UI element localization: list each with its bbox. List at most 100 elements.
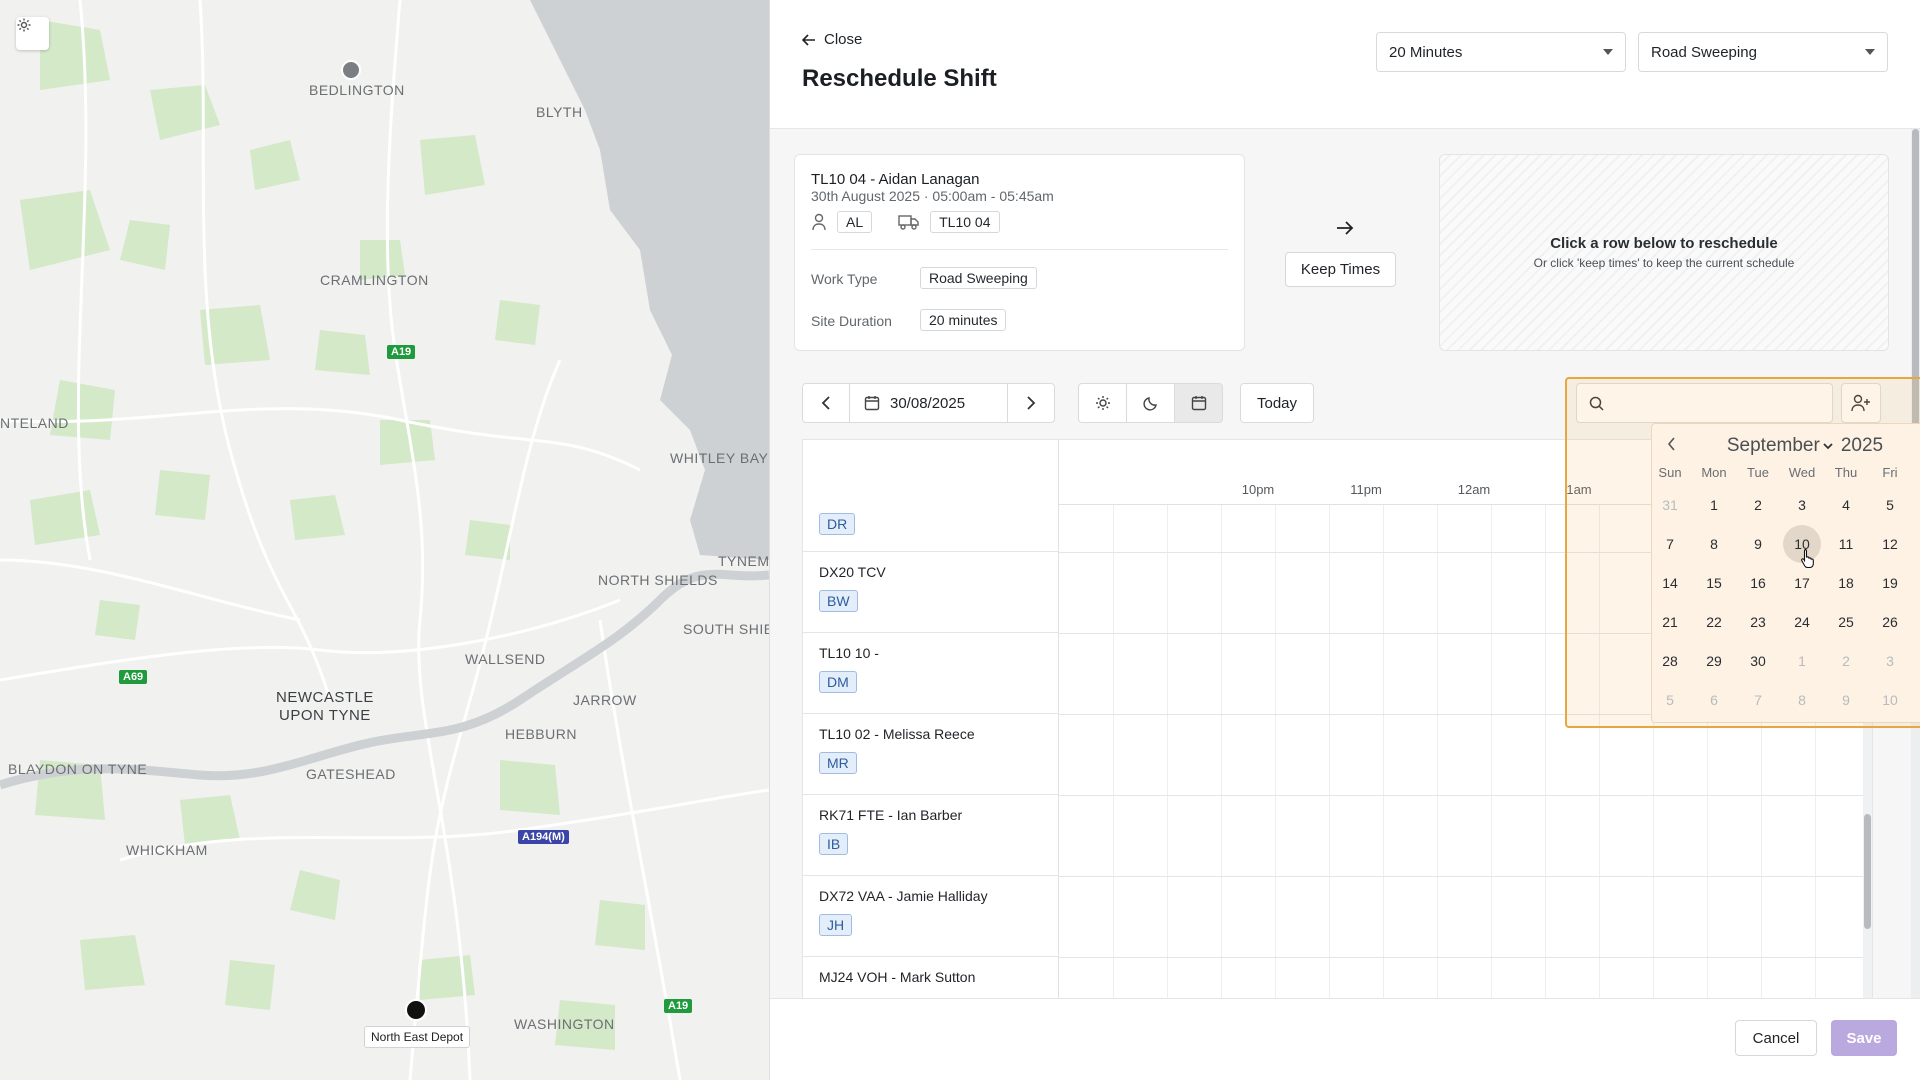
chevron-down-icon xyxy=(1603,49,1613,55)
year-label[interactable]: 2025 xyxy=(1841,435,1883,457)
page-title: Reschedule Shift xyxy=(802,65,997,92)
weekday-label: Wed xyxy=(1788,465,1816,480)
calendar-day[interactable]: 2 xyxy=(1739,486,1777,524)
calendar-day[interactable]: 7 xyxy=(1739,681,1777,719)
weekday-label: Fri xyxy=(1882,465,1898,480)
vehicle-row[interactable]: DR xyxy=(803,471,1058,552)
vehicle-row[interactable]: DX72 VAA - Jamie Halliday JH xyxy=(803,876,1058,957)
calendar-day[interactable]: 27 xyxy=(1915,603,1920,641)
calendar-day[interactable]: 2 xyxy=(1827,642,1865,680)
calendar-day[interactable]: 17 xyxy=(1783,564,1821,602)
calendar-day[interactable]: 25 xyxy=(1827,603,1865,641)
calendar-day[interactable]: 9 xyxy=(1739,525,1777,563)
grid-scrollbar-thumb[interactable] xyxy=(1864,814,1871,929)
gear-icon xyxy=(17,18,31,32)
calendar-day[interactable]: 4 xyxy=(1827,486,1865,524)
reschedule-hint: Click a row below to reschedule Or click… xyxy=(1439,154,1889,351)
vehicle-row[interactable]: DX20 TCV BW xyxy=(803,552,1058,633)
vehicle-row[interactable]: TL10 10 - DM xyxy=(803,633,1058,714)
map-label-town: WHICKHAM xyxy=(126,842,208,858)
calendar-day[interactable]: 19 xyxy=(1871,564,1909,602)
calendar-day[interactable]: 11 xyxy=(1915,681,1920,719)
calendar-day[interactable]: 18 xyxy=(1827,564,1865,602)
duration-select[interactable]: 20 Minutes xyxy=(1376,32,1626,72)
weekday-label: Thu xyxy=(1834,465,1858,480)
depot-marker[interactable] xyxy=(405,999,427,1021)
calendar-day[interactable]: 8 xyxy=(1783,681,1821,719)
worktype-select[interactable]: Road Sweeping xyxy=(1638,32,1888,72)
calendar-day[interactable]: 31 xyxy=(1651,486,1689,524)
site-duration-label: Site Duration xyxy=(811,313,892,329)
calendar-day[interactable]: 22 xyxy=(1695,603,1733,641)
calendar-day[interactable]: 6 xyxy=(1695,681,1733,719)
calendar-day[interactable]: 11 xyxy=(1827,525,1865,563)
calendar-day[interactable]: 4 xyxy=(1915,642,1920,680)
map-label-town: CRAMLINGTON xyxy=(320,272,429,288)
hint-title: Click a row below to reschedule xyxy=(1550,235,1778,252)
month-select[interactable]: September xyxy=(1727,435,1833,457)
grid-line xyxy=(1221,505,1222,998)
map-label-city: NEWCASTLE UPON TYNE xyxy=(276,689,374,725)
calendar-day[interactable]: 1 xyxy=(1783,642,1821,680)
calendar-day[interactable]: 21 xyxy=(1651,603,1689,641)
vehicle-row-initials: DM xyxy=(819,671,857,693)
calendar-day[interactable]: 5 xyxy=(1871,486,1909,524)
duration-select-value: 20 Minutes xyxy=(1389,43,1463,61)
calendar-day[interactable]: 28 xyxy=(1651,642,1689,680)
depot-label: North East Depot xyxy=(364,1026,471,1048)
map-settings-button[interactable] xyxy=(16,17,49,50)
night-view-button[interactable] xyxy=(1126,383,1175,423)
map-label-town: BLAYDON ON TYNE xyxy=(8,761,148,777)
calendar-day[interactable]: 20 xyxy=(1915,564,1920,602)
shift-tags: AL TL10 04 xyxy=(811,211,1000,233)
calendar-day[interactable]: 13 xyxy=(1915,525,1920,563)
day-view-button[interactable] xyxy=(1078,383,1127,423)
vehicle-row[interactable]: MJ24 VOH - Mark Sutton xyxy=(803,957,1058,998)
calendar-day[interactable]: 12 xyxy=(1871,525,1909,563)
cancel-button[interactable]: Cancel xyxy=(1735,1020,1817,1056)
calendar-day[interactable]: 7 xyxy=(1651,525,1689,563)
work-type-tag: Road Sweeping xyxy=(920,267,1037,289)
calendar-day[interactable]: 6 xyxy=(1915,486,1920,524)
calendar-day[interactable]: 23 xyxy=(1739,603,1777,641)
calendar-day[interactable]: 3 xyxy=(1871,642,1909,680)
prev-day-button[interactable] xyxy=(802,383,850,423)
calendar-day[interactable]: 30 xyxy=(1739,642,1777,680)
calendar-day[interactable]: 9 xyxy=(1827,681,1865,719)
grid-line xyxy=(1491,505,1492,998)
keep-times-button[interactable]: Keep Times xyxy=(1285,252,1396,287)
close-link[interactable]: Close xyxy=(802,31,862,48)
calendar-day[interactable]: 29 xyxy=(1695,642,1733,680)
calendar-day[interactable]: 14 xyxy=(1651,564,1689,602)
calendar-icon xyxy=(1191,396,1206,411)
calendar-day[interactable]: 24 xyxy=(1783,603,1821,641)
calendar-day[interactable]: 8 xyxy=(1695,525,1733,563)
arrow-left-icon xyxy=(802,33,815,46)
person-icon xyxy=(812,213,826,231)
calendar-day[interactable]: 1 xyxy=(1695,486,1733,524)
calendar-day[interactable]: 15 xyxy=(1695,564,1733,602)
chevron-down-icon xyxy=(1865,49,1875,55)
today-button[interactable]: Today xyxy=(1240,383,1314,423)
map[interactable]: North East Depot BEDLINGTON BLYTH CRAMLI… xyxy=(0,0,769,1080)
vehicle-row-initials: BW xyxy=(819,590,858,612)
calendar-day[interactable]: 5 xyxy=(1651,681,1689,719)
calendar-dropdown: September 2025 SunMonTueWedThuFriSat3112… xyxy=(1651,423,1920,723)
calendar-day[interactable]: 26 xyxy=(1871,603,1909,641)
vehicle-row[interactable]: RK71 FTE - Ian Barber IB xyxy=(803,795,1058,876)
vehicle-row[interactable]: TL10 02 - Melissa Reece MR xyxy=(803,714,1058,795)
full-day-view-button[interactable] xyxy=(1174,383,1223,423)
road-badge: A69 xyxy=(119,670,148,684)
calendar-day[interactable]: 16 xyxy=(1739,564,1777,602)
map-label-town: WASHINGTON xyxy=(514,1016,615,1032)
shift-name: TL10 04 - Aidan Lanagan xyxy=(811,171,980,188)
date-picker-button[interactable]: 30/08/2025 xyxy=(849,383,1008,423)
map-marker[interactable] xyxy=(341,60,361,80)
calendar-day[interactable]: 10 xyxy=(1871,681,1909,719)
next-day-button[interactable] xyxy=(1007,383,1055,423)
map-label-town: SOUTH SHIEL xyxy=(683,621,769,637)
calendar-day[interactable]: 3 xyxy=(1783,486,1821,524)
vehicle-row-initials: DR xyxy=(819,513,856,535)
save-button[interactable]: Save xyxy=(1831,1020,1897,1056)
map-label-town: WALLSEND xyxy=(465,651,546,667)
